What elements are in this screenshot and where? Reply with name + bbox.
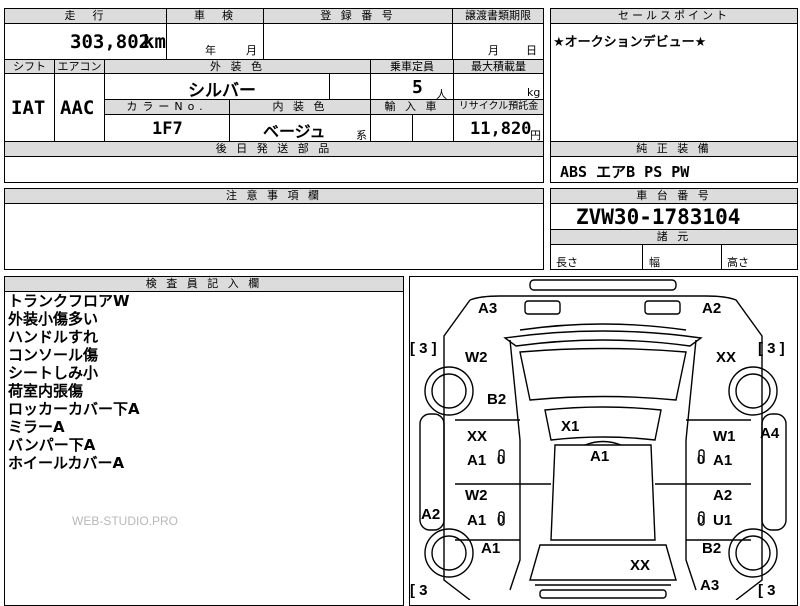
registration-cell: [263, 23, 453, 60]
color-no-header: カラーNo.: [104, 99, 230, 115]
code-a2-top: A2: [702, 300, 722, 317]
height-label: 高さ: [727, 256, 749, 269]
options-value: ABS エアB PS PW: [560, 163, 690, 181]
code-w2-left-rear: W2: [465, 487, 488, 504]
code-zero-3: 0: [497, 512, 505, 527]
code-b2-left: B2: [487, 391, 507, 408]
code-w2-upper: W2: [465, 349, 488, 366]
capacity-value: 5: [412, 77, 423, 98]
length-label: 長さ: [556, 256, 578, 269]
mileage-header: 走 行: [4, 8, 167, 24]
code-a1-left-rear: A1: [467, 512, 487, 529]
note-line: ロッカーカバー下A: [8, 400, 140, 418]
code-a2-left: A2: [421, 506, 441, 523]
code-xx-bottom: XX: [630, 557, 651, 574]
max-load-header: 最大積載量: [453, 59, 544, 74]
sales-point-text: ★オークションデビュー★: [553, 35, 707, 50]
code-zero-4: 0: [697, 512, 705, 527]
code-a1-center: A1: [590, 448, 610, 465]
width-label: 幅: [649, 256, 660, 269]
note-line: トランクフロアW: [8, 292, 130, 310]
parts-header: 後 日 発 送 部 品: [4, 141, 544, 157]
code-u1-right-rear: U1: [713, 512, 733, 529]
note-line: 荷室内張傷: [8, 382, 84, 400]
parts-cell: [4, 156, 544, 183]
inspection-header: 車 検: [166, 8, 264, 24]
chassis-header: 車 台 番 号: [550, 188, 798, 204]
mileage-unit: km: [143, 31, 166, 53]
shift-header: シフト: [4, 59, 55, 74]
deadline-header: 譲渡書類期限: [452, 8, 544, 24]
inspector-header: 検 査 員 記 入 欄: [4, 276, 404, 292]
notes-header: 注 意 事 項 欄: [4, 188, 544, 204]
note-line: 外装小傷多い: [8, 310, 99, 328]
chassis-value: ZVW30-1783104: [576, 205, 741, 229]
code-a3-top: A3: [478, 300, 498, 317]
code-a1-right-door: A1: [713, 452, 733, 469]
code-xx-upper-right: XX: [716, 349, 737, 366]
options-header: 純 正 装 備: [550, 141, 798, 157]
dims-header: 諸 元: [550, 229, 798, 245]
bracket-top-right: [ 3 ]: [758, 340, 785, 357]
inspection-year-unit: 年: [205, 44, 216, 57]
color-no-value: 1F7: [152, 119, 183, 139]
import-cell-1: [370, 114, 413, 142]
code-a2-right-rear: A2: [713, 487, 733, 504]
code-a3-bottom: A3: [700, 577, 720, 594]
registration-header: 登 録 番 号: [263, 8, 453, 24]
exterior-color-header: 外 装 色: [104, 59, 371, 74]
bracket-bottom-right: [ 3: [758, 582, 776, 599]
note-line: ハンドルすれ: [8, 328, 99, 346]
note-line: バンパー下A: [8, 436, 96, 454]
interior-color-value: ベージュ: [263, 122, 326, 141]
sales-point-header: セールスポイント: [550, 8, 798, 24]
note-line: シートしみ小: [8, 364, 99, 382]
bracket-bottom-left: [ 3: [410, 582, 428, 599]
recycle-value: 11,820: [470, 119, 532, 139]
code-x1-center: X1: [561, 418, 580, 435]
watermark: WEB-STUDIO.PRO: [72, 514, 179, 528]
aircon-header: エアコン: [54, 59, 105, 74]
interior-color-header: 内 装 色: [229, 99, 371, 115]
exterior-color-extra-cell: [329, 73, 371, 100]
bracket-top-left: [ 3 ]: [410, 340, 437, 357]
capacity-header: 乗車定員: [370, 59, 454, 74]
shift-value: IAT: [11, 97, 46, 119]
exterior-color-value: シルバー: [188, 81, 256, 101]
code-a4-right: A4: [760, 425, 780, 442]
deadline-month-unit: 月: [488, 44, 499, 57]
code-a1-left-lower: A1: [481, 540, 501, 557]
mileage-value: 303,802: [70, 31, 151, 53]
import-cell-2: [412, 114, 454, 142]
inspector-notes: トランクフロアW 外装小傷多い ハンドルすれ コンソール傷 シートしみ小 荷室内…: [8, 292, 140, 472]
import-header: 輸 入 車: [370, 99, 454, 115]
code-w1-right-door: W1: [713, 428, 736, 445]
code-a1-left-door: A1: [467, 452, 487, 469]
note-line: ホイールカバーA: [8, 454, 125, 472]
note-line: ミラーA: [8, 418, 65, 436]
recycle-header: リサイクル預託金: [453, 99, 544, 115]
sales-point-box: [550, 8, 798, 142]
max-load-unit: kg: [527, 86, 541, 99]
code-zero-2: 0: [697, 452, 705, 467]
inspection-month-unit: 月: [246, 44, 257, 57]
note-line: コンソール傷: [8, 346, 99, 364]
code-zero-1: 0: [497, 452, 505, 467]
code-b2-right-lower: B2: [702, 540, 722, 557]
aircon-value: AAC: [60, 97, 95, 119]
deadline-day-unit: 日: [526, 44, 537, 57]
code-xx-left-door: XX: [467, 428, 488, 445]
